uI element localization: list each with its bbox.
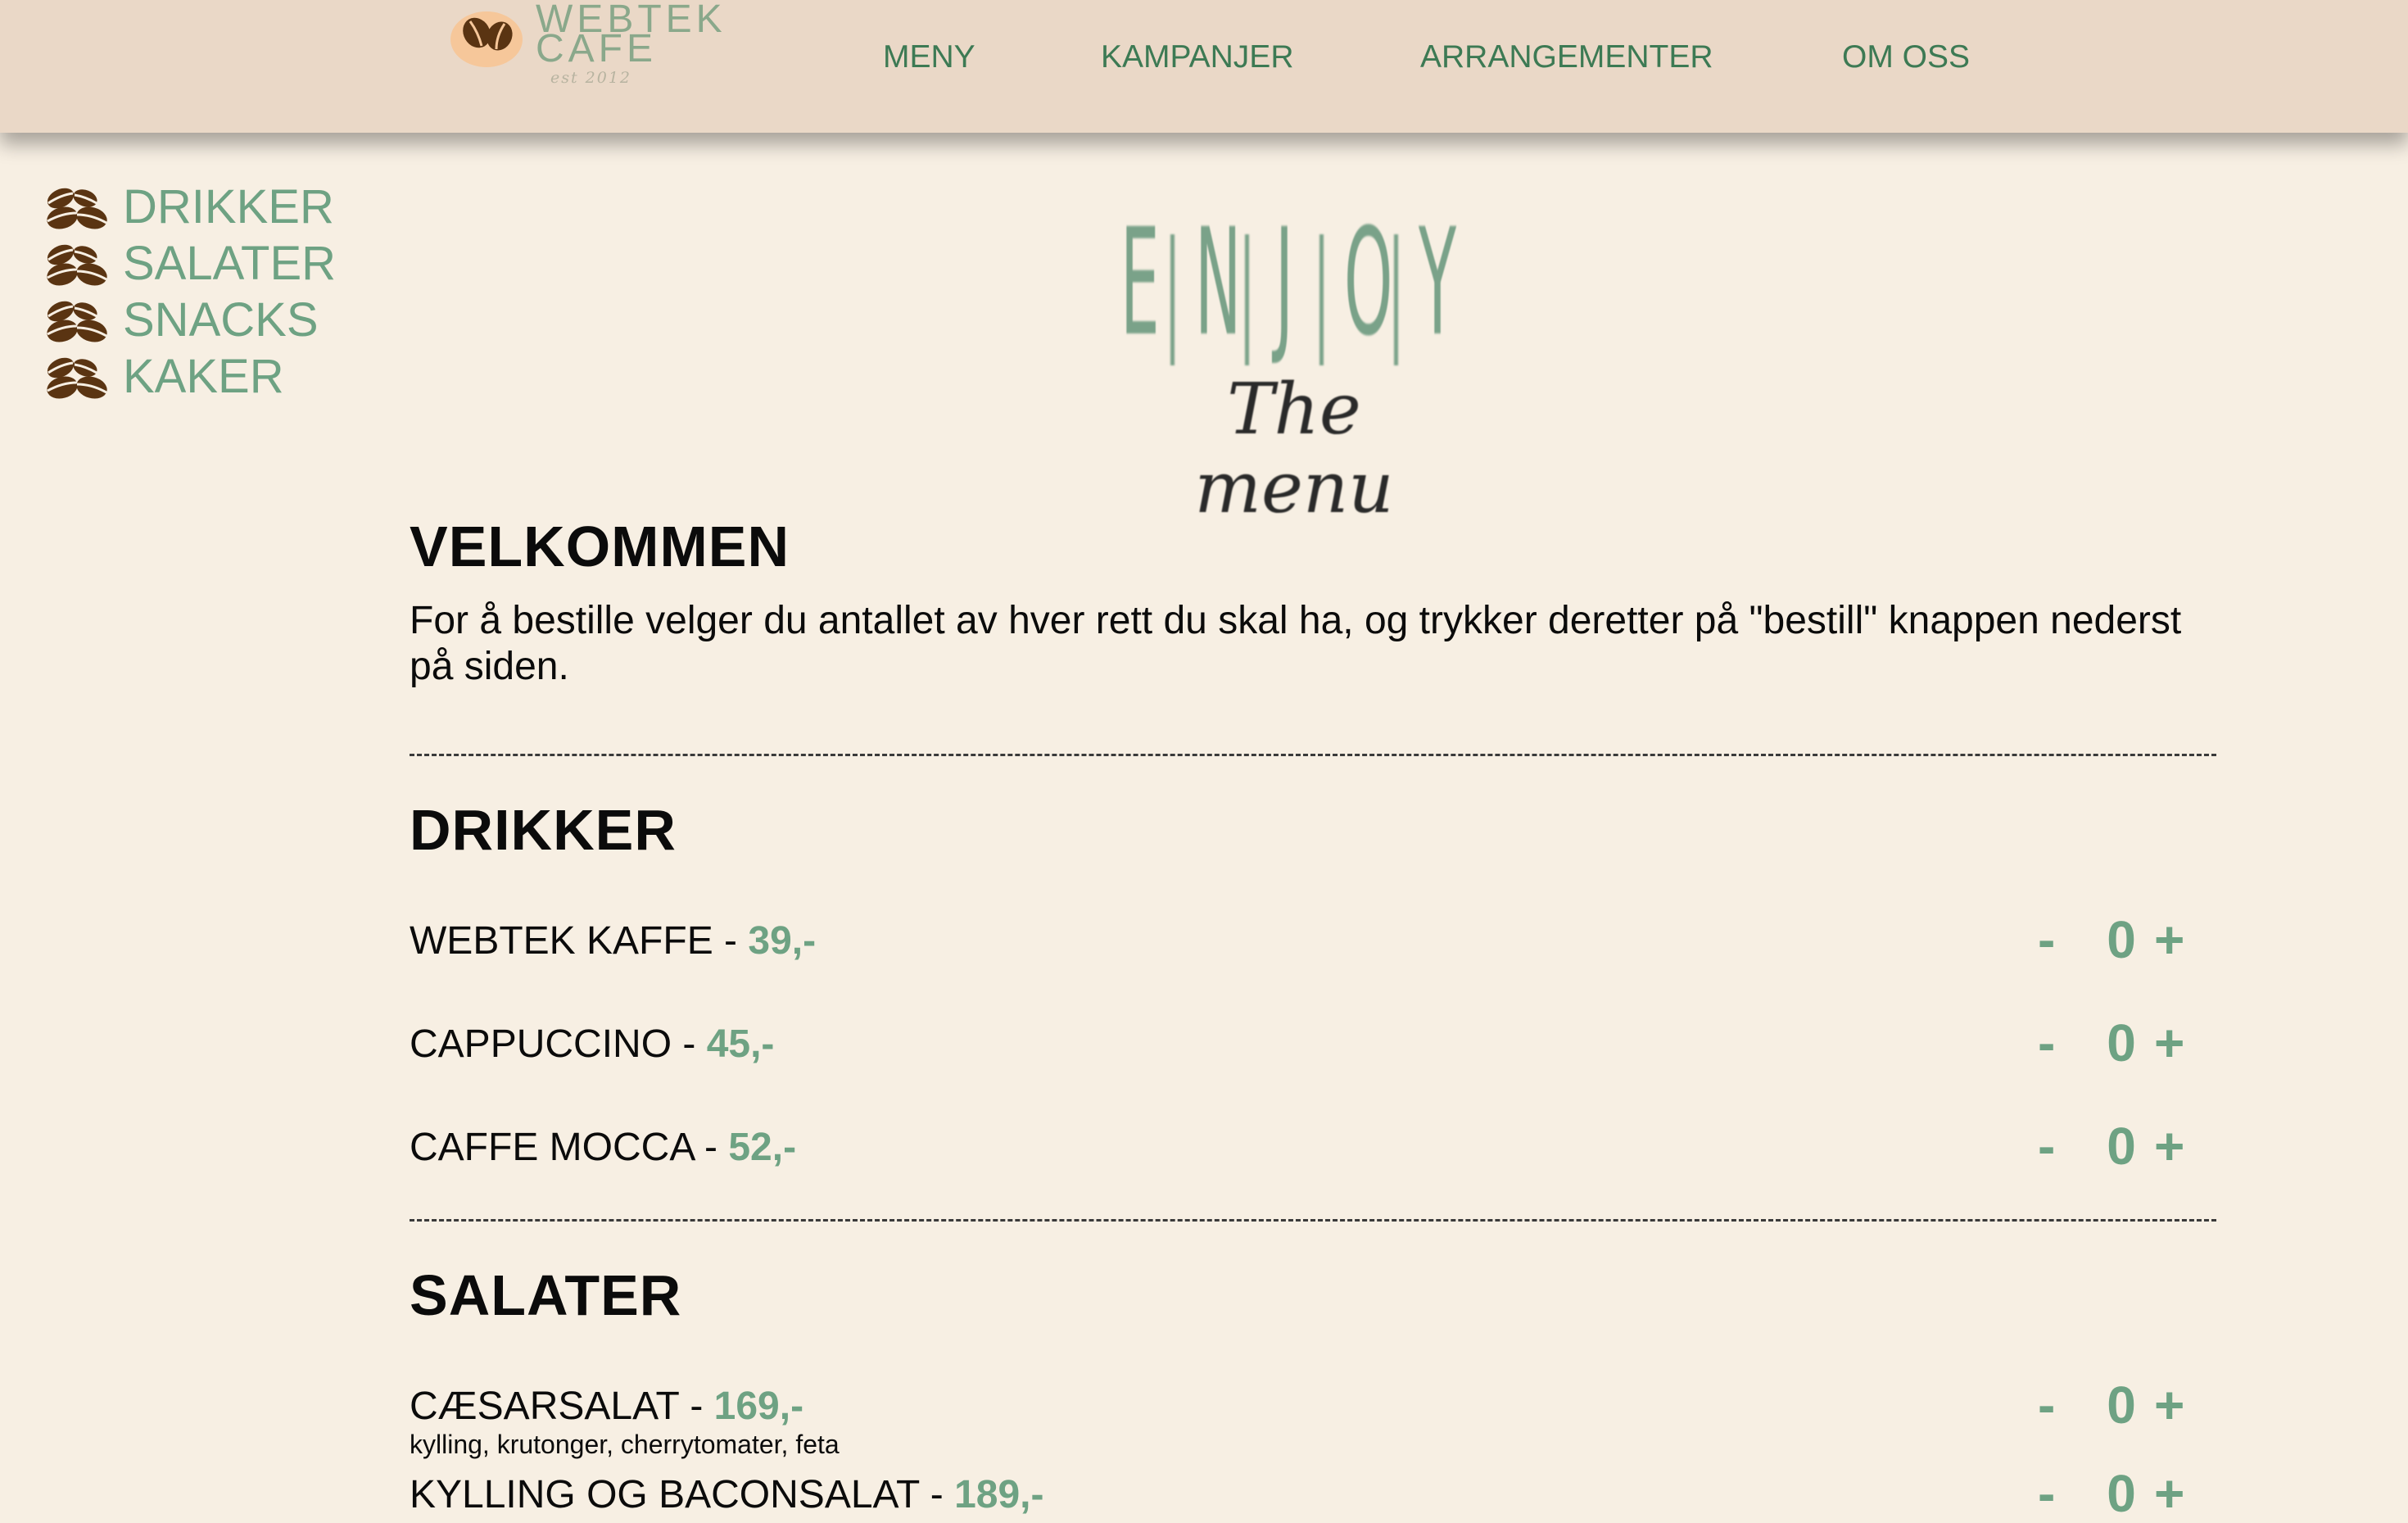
banner-divider (1394, 234, 1398, 365)
banner-divider (1245, 234, 1249, 365)
item-name: KYLLING OG BACONSALAT (410, 1473, 920, 1516)
decrease-quantity-button[interactable]: - (2038, 911, 2055, 968)
quantity-value: 0 (2107, 1464, 2136, 1523)
menu-item: WEBTEK KAFFE - 39,- - 0 + (410, 911, 2216, 968)
item-price: 189,- (954, 1473, 1044, 1516)
menu-item: KYLLING OG BACONSALAT - 189,- - 0 + (410, 1465, 2216, 1522)
item-price: 52,- (728, 1126, 797, 1169)
coffee-beans-icon (44, 351, 110, 402)
increase-quantity-button[interactable]: + (2154, 1376, 2184, 1434)
increase-quantity-button[interactable]: + (2154, 1465, 2184, 1522)
decrease-quantity-button[interactable]: - (2038, 1014, 2055, 1072)
welcome-text: For å bestille velger du antallet av hve… (410, 599, 2182, 688)
section-title-salater: SALATER (410, 1263, 682, 1327)
nav-link-arrangementer[interactable]: ARRANGEMENTER (1420, 36, 1713, 79)
item-name: CÆSARSALAT (410, 1385, 679, 1428)
banner-letter: O (1343, 197, 1393, 369)
banner-letter: E (1120, 197, 1160, 369)
item-description: kylling, krutonger, cherrytomater, feta (410, 1430, 840, 1459)
side-menu-label: SALATER (123, 237, 337, 290)
quantity-value: 0 (2107, 1117, 2136, 1176)
side-menu-label: KAKER (123, 350, 284, 403)
item-price: 45,- (706, 1022, 775, 1066)
logo-est-text: est 2012 (550, 69, 632, 87)
nav-link-kampanjer[interactable]: KAMPANJER (1101, 36, 1294, 79)
item-price: 169,- (713, 1385, 804, 1428)
item-price: 39,- (748, 919, 817, 963)
decrease-quantity-button[interactable]: - (2038, 1465, 2055, 1522)
increase-quantity-button[interactable]: + (2154, 1014, 2184, 1072)
increase-quantity-button[interactable]: + (2154, 1117, 2184, 1175)
nav-link-meny[interactable]: MENY (883, 36, 975, 79)
coffee-beans-icon (44, 182, 110, 233)
quantity-value: 0 (2107, 910, 2136, 969)
side-menu-label: DRIKKER (123, 180, 334, 233)
section-divider (410, 1219, 2216, 1222)
coffee-bean-logo-icon (450, 11, 523, 67)
nav-link-om-oss[interactable]: OM OSS (1842, 36, 1970, 79)
item-name: CAFFE MOCCA (410, 1126, 694, 1169)
quantity-stepper: - 0 + (2038, 911, 2216, 968)
side-menu-item-kaker[interactable]: KAKER (44, 348, 336, 405)
menu-item: CAPPUCCINO - 45,- - 0 + (410, 1014, 2216, 1072)
menu-item: CAFFE MOCCA - 52,- - 0 + (410, 1117, 2216, 1175)
welcome-title: VELKOMMEN (410, 514, 790, 578)
item-separator: - (679, 1385, 714, 1428)
decrease-quantity-button[interactable]: - (2038, 1376, 2055, 1434)
quantity-stepper: - 0 + (2038, 1376, 2216, 1434)
banner-letter: Y (1418, 197, 1457, 369)
item-separator: - (713, 919, 749, 963)
banner-letter: N (1194, 197, 1242, 369)
cafe-logo[interactable]: WEBTEK CAFE est 2012 (449, 0, 744, 92)
banner-subtitle: The menu (1194, 369, 1394, 529)
coffee-beans-icon (44, 238, 110, 289)
banner-divider (1170, 234, 1175, 365)
section-divider (410, 754, 2216, 756)
side-menu-item-salater[interactable]: SALATER (44, 235, 336, 292)
quantity-value: 0 (2107, 1376, 2136, 1435)
site-header: WEBTEK CAFE est 2012 MENY KAMPANJER ARRA… (0, 0, 2408, 133)
side-menu-item-snacks[interactable]: SNACKS (44, 292, 336, 348)
menu-item: CÆSARSALAT - 169,- kylling, krutonger, c… (410, 1376, 2216, 1459)
enjoy-banner: E N J O Y (1088, 210, 1481, 378)
side-menu-item-drikker[interactable]: DRIKKER (44, 179, 336, 235)
quantity-value: 0 (2107, 1013, 2136, 1072)
item-name: WEBTEK KAFFE (410, 919, 713, 963)
increase-quantity-button[interactable]: + (2154, 911, 2184, 968)
side-menu-label: SNACKS (123, 293, 319, 347)
item-separator: - (693, 1126, 729, 1169)
item-separator: - (672, 1022, 707, 1066)
section-title-drikker: DRIKKER (410, 798, 677, 862)
coffee-beans-icon (44, 295, 110, 346)
banner-letter: J (1274, 197, 1294, 369)
quantity-stepper: - 0 + (2038, 1014, 2216, 1072)
banner-divider (1319, 234, 1324, 365)
item-name: CAPPUCCINO (410, 1022, 672, 1066)
decrease-quantity-button[interactable]: - (2038, 1117, 2055, 1175)
quantity-stepper: - 0 + (2038, 1117, 2216, 1175)
logo-text-cafe: CAFE (536, 27, 658, 70)
category-side-menu: DRIKKER SALATER SNACKS KAKER (44, 179, 336, 405)
item-separator: - (919, 1473, 955, 1516)
quantity-stepper: - 0 + (2038, 1465, 2216, 1522)
